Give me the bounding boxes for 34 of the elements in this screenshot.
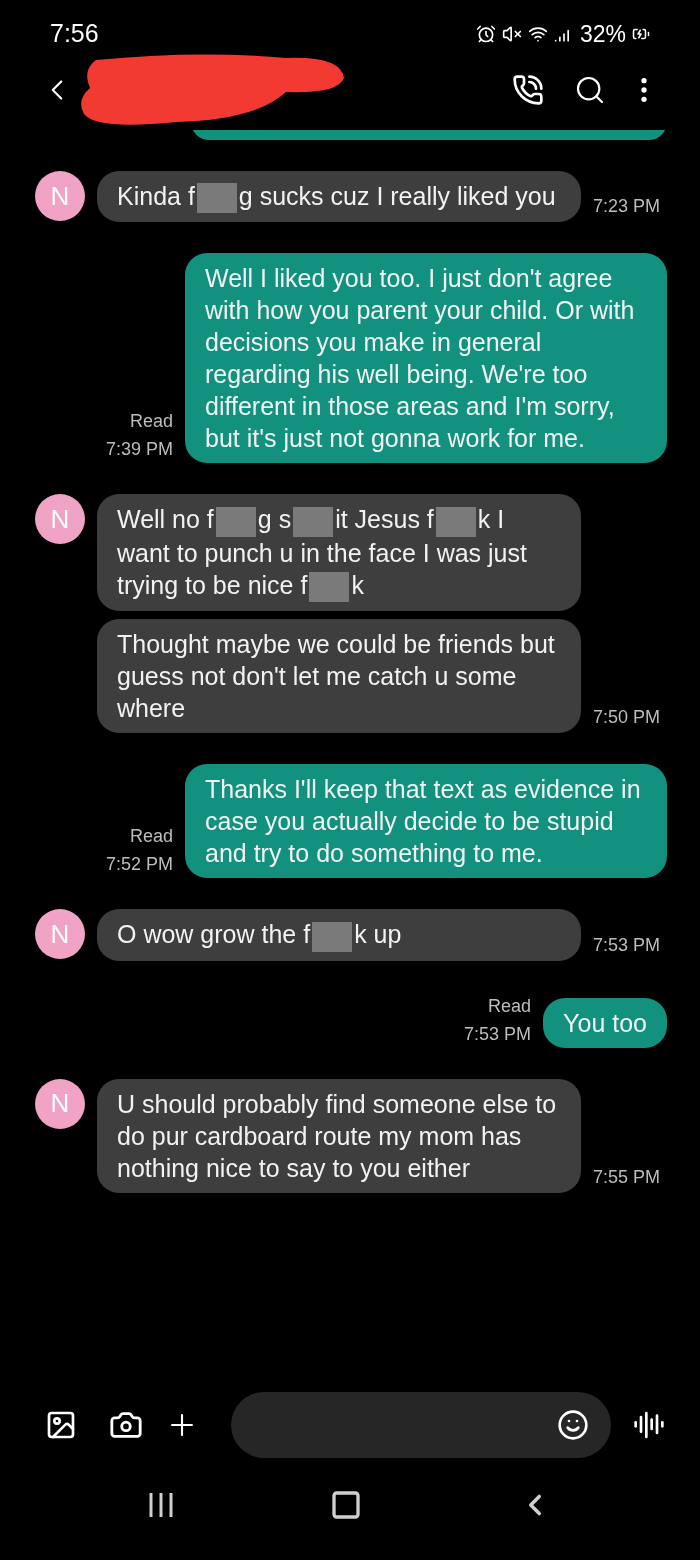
alarm-icon: [475, 24, 496, 44]
message-text: Thanks I'll keep that text as evidence in case you actually decide to be stupid and try to do something to me.: [205, 774, 642, 870]
read-receipt: Read: [129, 410, 173, 434]
message-text: You too: [563, 1007, 647, 1039]
read-receipt: Read: [129, 825, 173, 849]
message-text: O wow grow the f k up: [117, 918, 561, 952]
gallery-icon[interactable]: [45, 1409, 77, 1441]
message-time: 7:50 PM: [593, 706, 661, 730]
message-text: U should probably find someone else to do pur cardboard route my mom has nothing nice to say to you either: [117, 1088, 558, 1184]
message-time: 7:39 PM: [105, 438, 173, 462]
message-text: Well I liked you too. I just don't agree with how you parent your child. Or with decisions you make in general regarding his well being. We're too different in those areas and I'm sorry, but it's just not gonna work for me.: [205, 263, 636, 455]
battery-level: 32%: [579, 19, 626, 49]
mute-icon: [501, 24, 522, 44]
voice-icon[interactable]: [633, 1409, 665, 1441]
search-icon[interactable]: [574, 74, 606, 106]
message-text: Kinda f g sucks cuz I really liked you: [117, 180, 561, 214]
recent-apps-icon[interactable]: [148, 1491, 174, 1519]
message-time: 7:52 PM: [105, 853, 173, 877]
message-time: 7:53 PM: [593, 933, 661, 957]
home-icon[interactable]: [330, 1489, 362, 1521]
call-icon[interactable]: [512, 74, 544, 106]
contact-avatar[interactable]: N: [35, 171, 85, 221]
status-time: 7:56: [50, 18, 99, 50]
message-text: Well no f g s it Jesus f k I want to punch u in the face I was just trying to be nice f k: [117, 503, 561, 603]
message-time: 7:23 PM: [593, 195, 661, 219]
sticker-icon[interactable]: [557, 1409, 589, 1441]
message-time: 7:53 PM: [464, 1022, 532, 1046]
message-time: 7:55 PM: [593, 1165, 661, 1189]
wifi-icon: [527, 24, 548, 44]
contact-avatar[interactable]: N: [35, 909, 85, 960]
read-receipt: Read: [488, 994, 532, 1018]
contact-avatar[interactable]: N: [35, 494, 85, 545]
contact-avatar[interactable]: N: [35, 1078, 85, 1129]
message-text: Thought maybe we could be friends but guess not don't let me catch u some where: [117, 629, 556, 725]
